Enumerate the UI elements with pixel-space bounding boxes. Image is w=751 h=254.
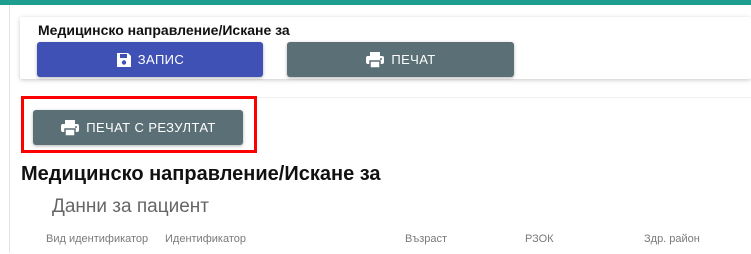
print-button-label: ПЕЧАТ: [391, 52, 436, 67]
highlight-box: [21, 96, 257, 153]
save-button-label: ЗАПИС: [137, 52, 185, 67]
column-header-rzok: РЗОК: [525, 233, 554, 245]
column-header-id-type: Вид идентификатор: [46, 233, 149, 245]
column-header-age: Възраст: [405, 233, 448, 245]
action-card: Медицинско направление/Искане за ЗАПИС П…: [20, 17, 751, 79]
print-button[interactable]: ПЕЧАТ: [287, 42, 514, 77]
floppy-disk-icon: [116, 52, 132, 68]
card-title: Медицинско направление/Искане за: [38, 22, 290, 38]
save-button[interactable]: ЗАПИС: [37, 42, 263, 77]
document-title: Медицинско направление/Искане за: [21, 163, 381, 185]
column-header-health-region: Здр. район: [644, 233, 700, 245]
column-header-identifier: Идентификатор: [165, 233, 246, 245]
patient-section-title: Данни за пациент: [52, 196, 209, 217]
top-accent-bar: [0, 0, 751, 5]
left-divider: [9, 5, 10, 253]
printer-icon: [365, 51, 385, 69]
